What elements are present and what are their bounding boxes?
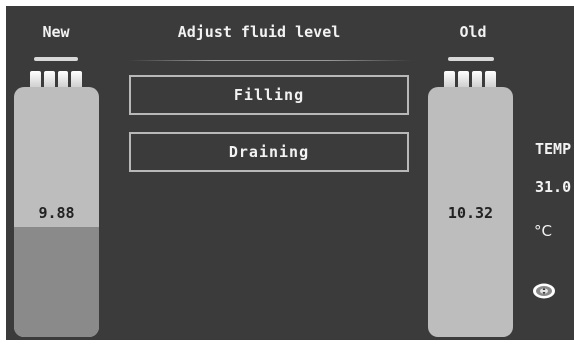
temperature-label: TEMP xyxy=(535,140,572,158)
old-tank-value: 10.32 xyxy=(447,204,494,222)
old-tank-cap xyxy=(440,71,500,87)
old-tank-title: Old xyxy=(459,23,487,41)
new-tank-cap xyxy=(26,71,86,87)
fluid-screen: New Adjust fluid level Old 9.88 10.32 Fi… xyxy=(6,6,574,340)
temperature-unit: °C xyxy=(534,222,552,240)
temperature-value: 31.0 xyxy=(535,178,572,196)
old-tank-indicator xyxy=(448,57,494,61)
header-divider xyxy=(128,60,412,61)
old-tank-bottle: 10.32 xyxy=(428,87,513,337)
new-tank-value: 9.88 xyxy=(38,204,75,222)
settings-icon[interactable] xyxy=(532,282,556,300)
filling-button[interactable]: Filling xyxy=(129,75,409,115)
new-tank-fill-level xyxy=(14,227,99,337)
new-tank-indicator xyxy=(34,57,78,61)
draining-button[interactable]: Draining xyxy=(129,132,409,172)
new-tank-bottle: 9.88 xyxy=(14,87,99,337)
page-title: Adjust fluid level xyxy=(177,23,341,41)
new-tank-title: New xyxy=(42,23,70,41)
